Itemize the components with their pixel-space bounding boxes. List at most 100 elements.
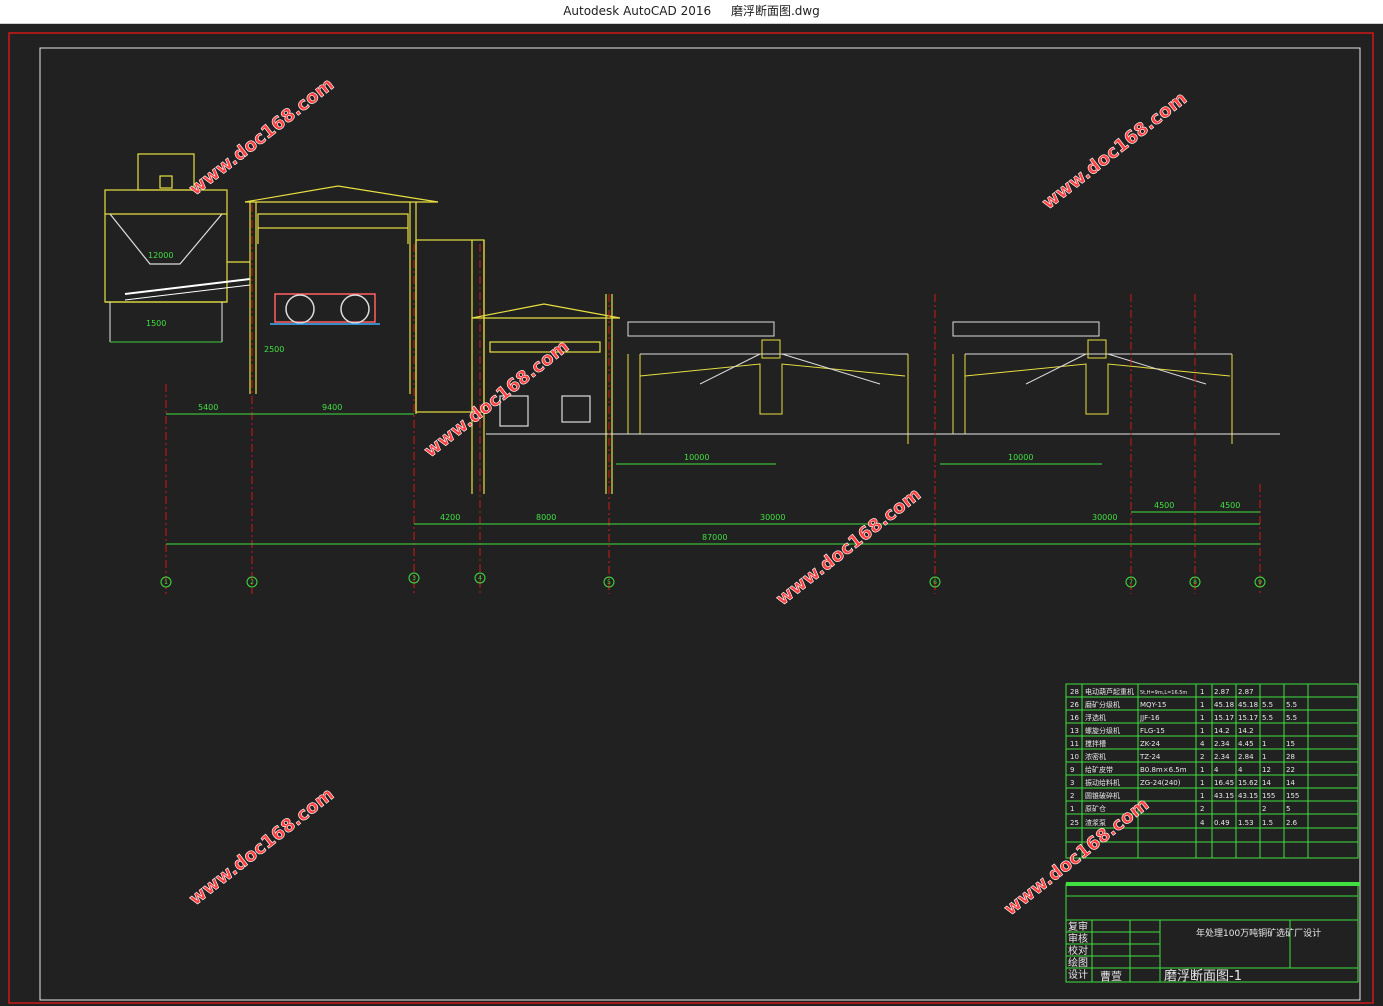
svg-text:4: 4: [1238, 766, 1243, 774]
svg-text:28: 28: [1286, 753, 1295, 761]
svg-text:4.45: 4.45: [1238, 740, 1254, 748]
bin-support: [109, 278, 251, 343]
axis-label-4: 4: [478, 575, 482, 582]
svg-text:1: 1: [1200, 779, 1204, 787]
svg-text:5.5: 5.5: [1286, 714, 1297, 722]
dim-label-10: 4500: [1220, 501, 1240, 510]
svg-text:2: 2: [1200, 805, 1204, 813]
svg-text:1: 1: [1200, 766, 1204, 774]
svg-text:2.6: 2.6: [1286, 819, 1298, 827]
svg-text:1: 1: [1200, 727, 1204, 735]
svg-text:14.2: 14.2: [1238, 727, 1254, 735]
svg-text:1.53: 1.53: [1238, 819, 1254, 827]
window-title-bar: Autodesk AutoCAD 2016 磨浮断面图.dwg: [0, 0, 1383, 24]
project-title: 年处理100万吨铜矿选矿厂设计: [1196, 927, 1321, 939]
ball-mill: [270, 293, 380, 325]
svg-text:1: 1: [1200, 701, 1204, 709]
watermark-3: www.doc168.com: [420, 336, 573, 462]
svg-text:5.5: 5.5: [1286, 701, 1297, 709]
role-2: 审核: [1068, 932, 1088, 945]
svg-text:4: 4: [1200, 819, 1205, 827]
drawing-title: 磨浮断面图-1: [1164, 969, 1242, 984]
role-4: 绘图: [1068, 956, 1088, 969]
role-5: 设计: [1068, 968, 1088, 981]
svg-text:圆锥破碎机: 圆锥破碎机: [1085, 791, 1120, 800]
dim-label-3: 4200: [440, 513, 460, 522]
bin-inner-dim: 1500: [146, 319, 166, 328]
drawing-canvas[interactable]: 12000 1500 5400 9400 4200 8000 30000 300…: [0, 24, 1383, 1006]
svg-text:ZK-24: ZK-24: [1140, 740, 1161, 748]
axis-label-1: 1: [164, 579, 168, 586]
svg-text:2.84: 2.84: [1238, 753, 1254, 761]
svg-text:16.45: 16.45: [1214, 779, 1234, 787]
svg-text:原矿仓: 原矿仓: [1085, 804, 1106, 813]
svg-text:3: 3: [1070, 779, 1074, 787]
dim-label-8: 10000: [1008, 453, 1033, 462]
svg-text:13: 13: [1070, 727, 1079, 735]
svg-text:2: 2: [1070, 792, 1074, 800]
dim-label-7: 10000: [684, 453, 709, 462]
svg-text:45.18: 45.18: [1238, 701, 1258, 709]
svg-text:22: 22: [1286, 766, 1295, 774]
svg-text:14: 14: [1286, 779, 1295, 787]
dim-label-mill-gap: 2500: [264, 345, 284, 354]
svg-text:2.34: 2.34: [1214, 753, 1230, 761]
axis-label-6: 6: [933, 579, 937, 586]
svg-text:14: 14: [1262, 779, 1271, 787]
flotation-section: [415, 239, 621, 494]
watermark-5: www.doc168.com: [185, 784, 338, 910]
svg-text:12: 12: [1262, 766, 1271, 774]
svg-text:43.15: 43.15: [1214, 792, 1234, 800]
svg-text:5: 5: [1286, 805, 1290, 813]
svg-text:B0.8m×6.5m: B0.8m×6.5m: [1140, 766, 1187, 774]
watermarks: www.doc168.com www.doc168.com www.doc168…: [185, 74, 1192, 921]
dim-label-1: 5400: [198, 403, 218, 412]
svg-text:2: 2: [1262, 805, 1266, 813]
svg-text:ZG-24(240): ZG-24(240): [1140, 779, 1181, 787]
svg-text:28: 28: [1070, 688, 1079, 696]
grinding-building: [244, 185, 439, 414]
svg-text:2.34: 2.34: [1214, 740, 1230, 748]
axis-label-7: 7: [1129, 579, 1133, 586]
svg-text:螺旋分级机: 螺旋分级机: [1085, 726, 1120, 735]
dim-label-9: 4500: [1154, 501, 1174, 510]
svg-text:5t,H=9m,L=16.5m: 5t,H=9m,L=16.5m: [1140, 690, 1187, 696]
svg-text:1: 1: [1200, 688, 1204, 696]
svg-text:1: 1: [1262, 740, 1266, 748]
svg-text:4: 4: [1200, 740, 1205, 748]
svg-text:26: 26: [1070, 701, 1079, 709]
svg-text:43.15: 43.15: [1238, 792, 1258, 800]
svg-text:浓密机: 浓密机: [1085, 752, 1106, 761]
file-name: 磨浮断面图.dwg: [730, 4, 820, 18]
svg-text:JJF-16: JJF-16: [1139, 714, 1160, 722]
svg-text:磨矿分级机: 磨矿分级机: [1085, 700, 1120, 709]
svg-text:给矿皮带: 给矿皮带: [1085, 765, 1113, 774]
designer-name: 曹萱: [1100, 970, 1122, 983]
thickener-1: [620, 321, 930, 444]
svg-text:15.17: 15.17: [1214, 714, 1234, 722]
svg-text:振动给料机: 振动给料机: [1085, 778, 1120, 787]
equipment-table-text: 28 电动葫芦起重机 5t,H=9m,L=16.5m 1 2.87 2.87 2…: [1070, 687, 1299, 827]
svg-text:155: 155: [1262, 792, 1275, 800]
app-title: Autodesk AutoCAD 2016: [563, 4, 712, 18]
svg-text:15: 15: [1286, 740, 1295, 748]
svg-text:4: 4: [1214, 766, 1219, 774]
svg-text:搅拌槽: 搅拌槽: [1085, 739, 1106, 748]
svg-text:15.17: 15.17: [1238, 714, 1258, 722]
dim-label-total: 87000: [702, 533, 727, 542]
svg-text:11: 11: [1070, 740, 1079, 748]
axis-label-3: 3: [412, 575, 416, 582]
svg-text:2: 2: [1200, 753, 1204, 761]
svg-text:155: 155: [1286, 792, 1299, 800]
axis-label-9: 9: [1258, 579, 1262, 586]
svg-text:浮选机: 浮选机: [1085, 713, 1106, 722]
axis-label-5: 5: [607, 579, 611, 586]
svg-text:2.87: 2.87: [1238, 688, 1254, 696]
svg-text:1: 1: [1262, 753, 1266, 761]
svg-text:1: 1: [1070, 805, 1074, 813]
cad-drawing[interactable]: 12000 1500 5400 9400 4200 8000 30000 300…: [0, 24, 1383, 1006]
svg-text:TZ-24: TZ-24: [1139, 753, 1161, 761]
svg-text:MQY-15: MQY-15: [1140, 701, 1166, 709]
svg-text:0.49: 0.49: [1214, 819, 1230, 827]
dim-label-4: 8000: [536, 513, 556, 522]
